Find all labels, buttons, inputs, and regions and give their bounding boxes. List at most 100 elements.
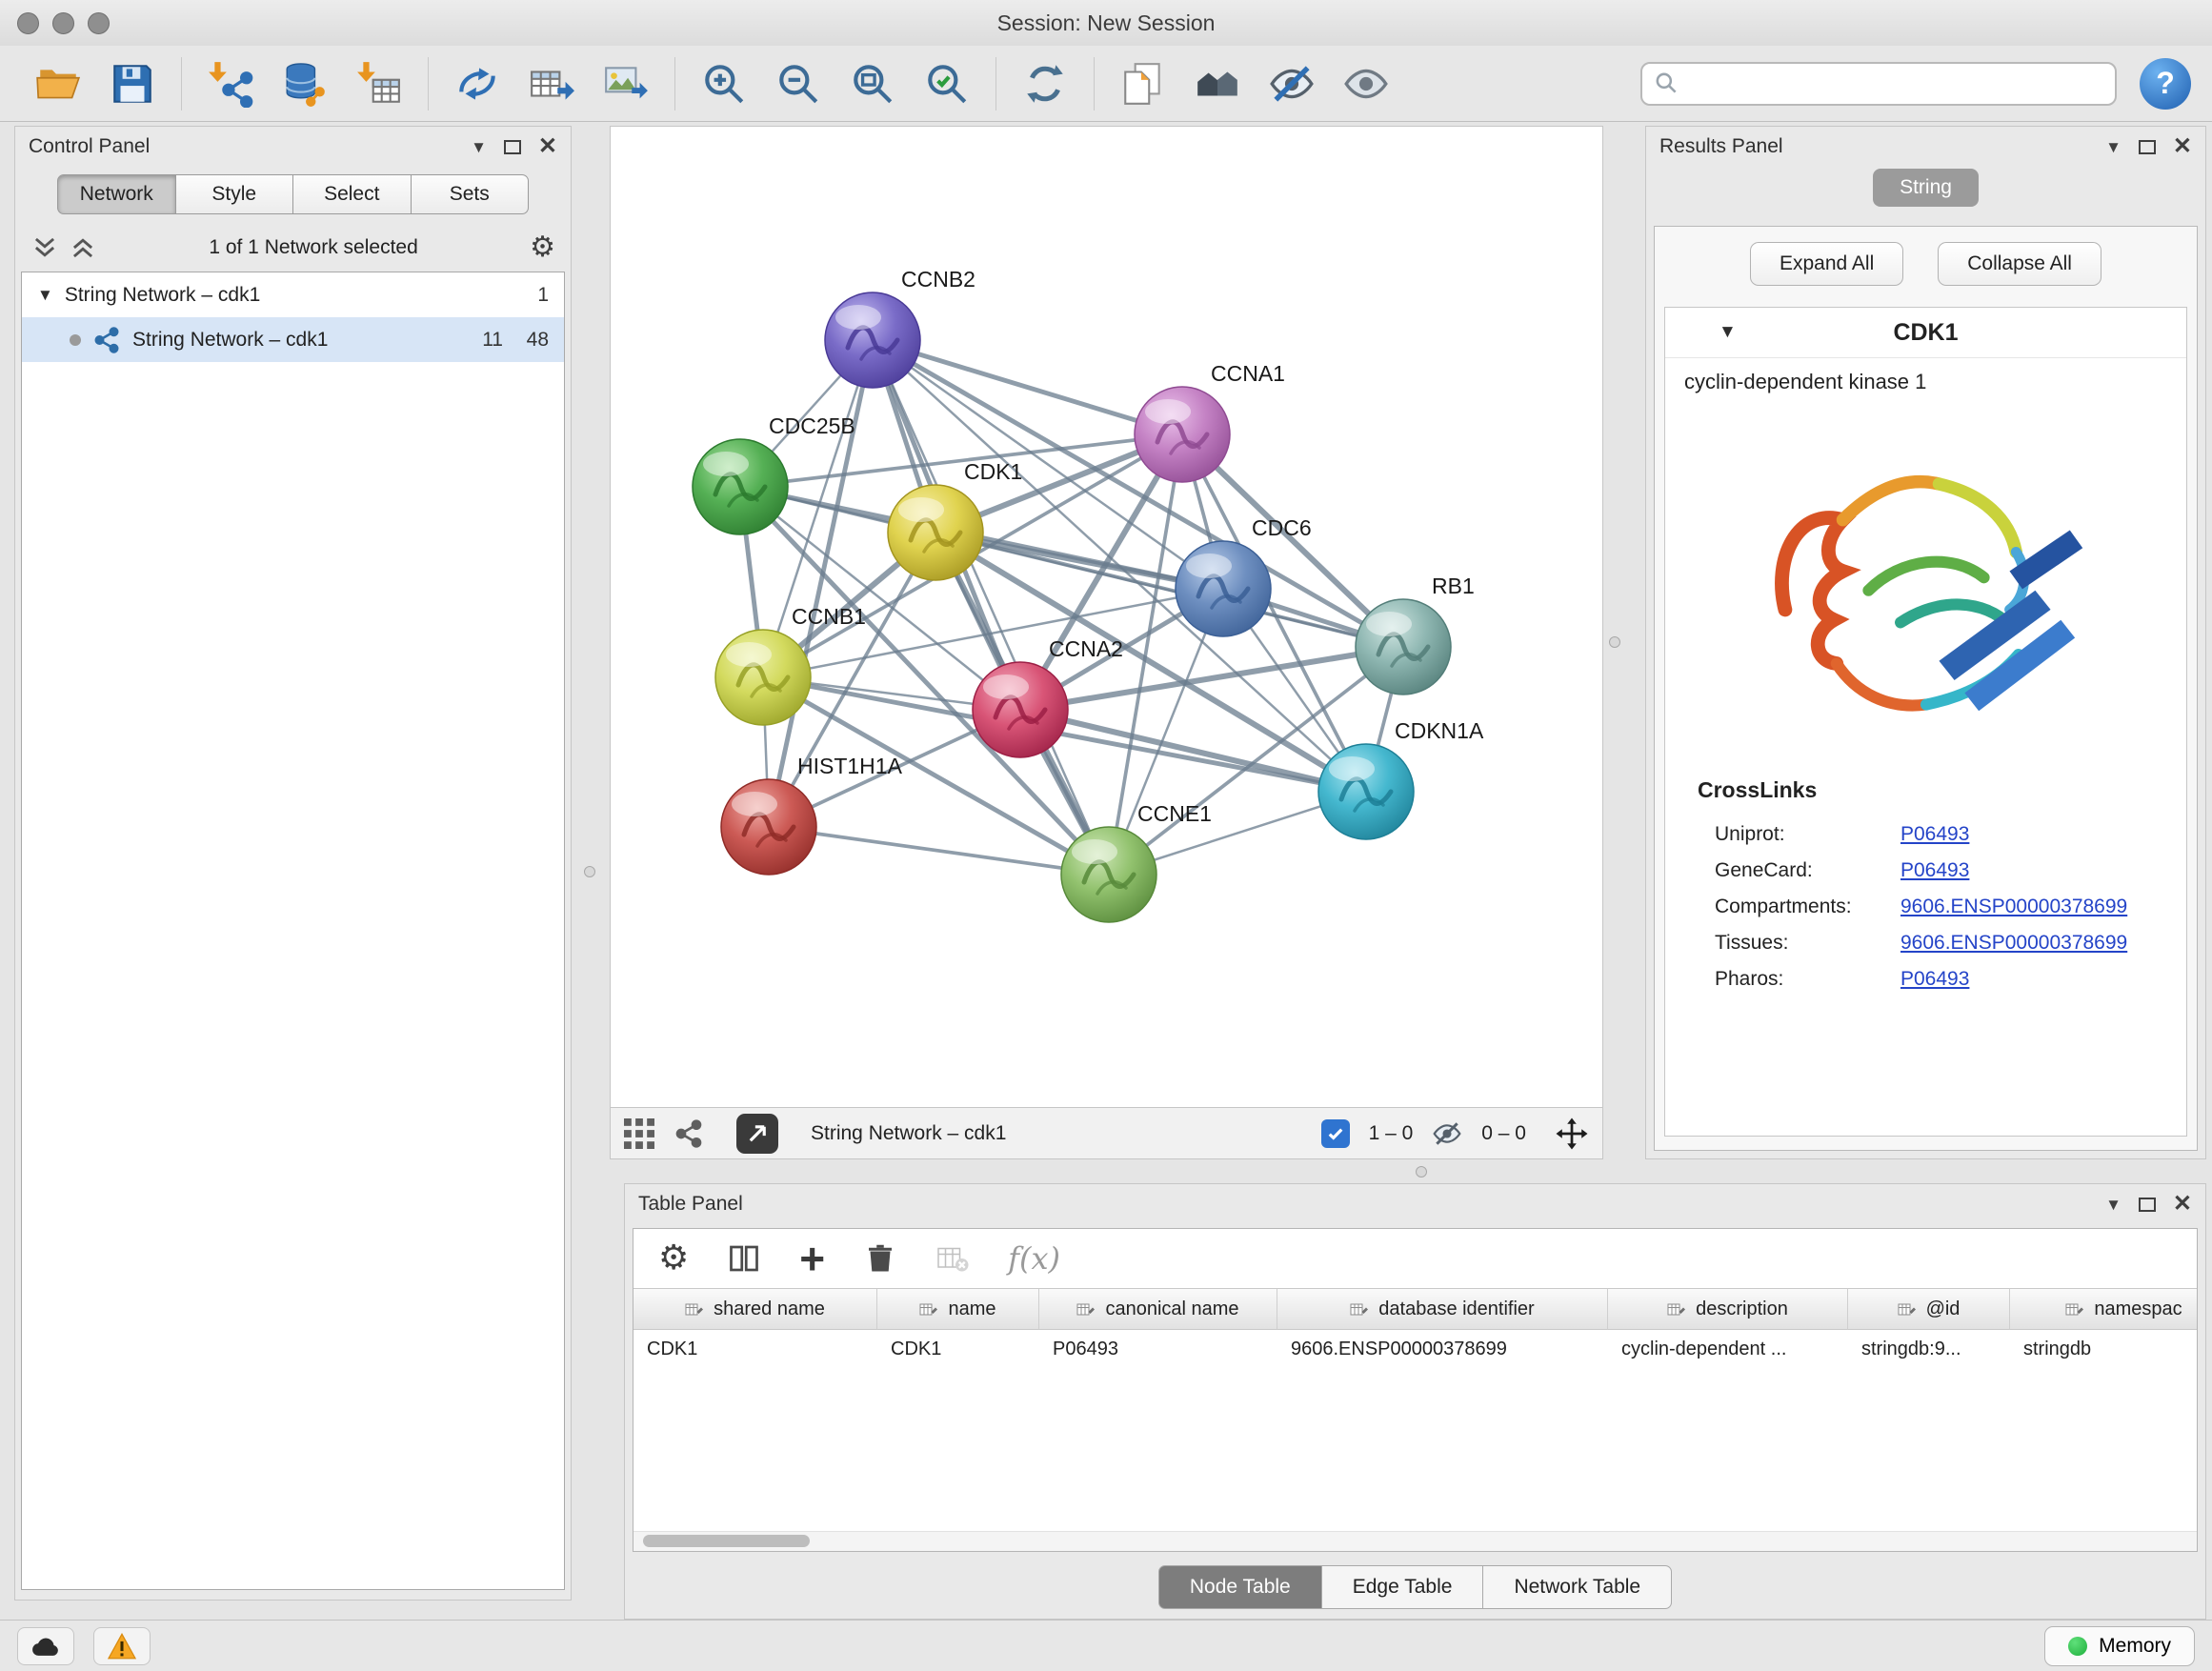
delete-column-icon[interactable] bbox=[863, 1241, 897, 1276]
network-edge[interactable] bbox=[873, 340, 1182, 434]
column-header-shared-name[interactable]: shared name bbox=[633, 1288, 877, 1330]
network-canvas[interactable]: CCNB2CCNA1CDC25BCDK1CDC6RB1CCNB1CCNA2CDK… bbox=[610, 126, 1603, 1108]
network-node-hist1h1a[interactable] bbox=[721, 779, 816, 875]
gene-section-header[interactable]: ▼ CDK1 bbox=[1665, 308, 2186, 358]
horizontal-scrollbar[interactable] bbox=[633, 1531, 2197, 1551]
table-cell[interactable]: 9606.ENSP00000378699 bbox=[1277, 1330, 1608, 1369]
export-image-button[interactable] bbox=[589, 52, 663, 115]
table-settings-gear-icon[interactable]: ⚙ bbox=[658, 1241, 689, 1276]
network-edge[interactable] bbox=[1020, 710, 1366, 792]
show-all-button[interactable] bbox=[1329, 52, 1403, 115]
splitter-handle[interactable] bbox=[584, 866, 595, 877]
tab-sets[interactable]: Sets bbox=[412, 174, 530, 214]
panel-close-icon[interactable]: ✕ bbox=[2173, 135, 2192, 158]
network-edge[interactable] bbox=[769, 827, 1109, 875]
tab-style[interactable]: Style bbox=[176, 174, 294, 214]
column-header-description[interactable]: description bbox=[1608, 1288, 1848, 1330]
export-table-button[interactable] bbox=[514, 52, 589, 115]
panel-close-icon[interactable]: ✕ bbox=[2173, 1193, 2192, 1216]
selected-checkbox-icon[interactable] bbox=[1321, 1119, 1350, 1148]
tab-select[interactable]: Select bbox=[293, 174, 412, 214]
network-node-rb1[interactable] bbox=[1356, 599, 1451, 695]
import-table-button[interactable] bbox=[342, 52, 416, 115]
network-node-ccnb1[interactable] bbox=[715, 630, 811, 725]
network-row[interactable]: String Network – cdk1 11 48 bbox=[22, 317, 564, 362]
network-node-cdc25b[interactable] bbox=[693, 439, 788, 534]
column-header-database-identifier[interactable]: database identifier bbox=[1277, 1288, 1608, 1330]
network-collection-row[interactable]: ▼ String Network – cdk1 1 bbox=[22, 272, 564, 317]
string-tab-badge[interactable]: String bbox=[1873, 169, 1979, 207]
function-builder-icon[interactable]: f(x) bbox=[1008, 1240, 1060, 1277]
export-network-button[interactable] bbox=[440, 52, 514, 115]
help-button[interactable]: ? bbox=[2140, 58, 2191, 110]
fit-content-icon[interactable] bbox=[1555, 1117, 1589, 1151]
table-cell[interactable]: stringdb bbox=[2010, 1330, 2198, 1369]
column-header-id[interactable]: @id bbox=[1848, 1288, 2010, 1330]
zoom-fit-button[interactable] bbox=[835, 52, 910, 115]
network-node-cdkn1a[interactable] bbox=[1318, 744, 1414, 839]
import-network-file-button[interactable] bbox=[193, 52, 268, 115]
copy-document-button[interactable] bbox=[1106, 52, 1180, 115]
collapse-all-button[interactable]: Collapse All bbox=[1938, 242, 2101, 286]
splitter-handle[interactable] bbox=[1416, 1166, 1427, 1178]
network-node-ccna2[interactable] bbox=[973, 662, 1068, 757]
network-node-ccna1[interactable] bbox=[1135, 387, 1230, 482]
warnings-button[interactable] bbox=[93, 1627, 151, 1665]
section-expander-icon[interactable]: ▼ bbox=[1719, 322, 1737, 343]
tab-network[interactable]: Network bbox=[57, 174, 176, 214]
collapse-all-icon[interactable] bbox=[30, 235, 59, 260]
expand-all-button[interactable]: Expand All bbox=[1750, 242, 1903, 286]
zoom-selected-button[interactable] bbox=[910, 52, 984, 115]
zoom-out-button[interactable] bbox=[761, 52, 835, 115]
import-network-database-button[interactable] bbox=[268, 52, 342, 115]
tree-expander-icon[interactable]: ▼ bbox=[37, 286, 53, 305]
expand-all-icon[interactable] bbox=[69, 235, 97, 260]
delete-table-icon[interactable] bbox=[935, 1241, 970, 1276]
panel-collapse-icon[interactable]: ▼ bbox=[2105, 139, 2122, 155]
crosslink-uniprot[interactable]: P06493 bbox=[1900, 823, 1969, 846]
panel-float-icon[interactable] bbox=[2139, 1198, 2156, 1212]
tab-edge-table[interactable]: Edge Table bbox=[1322, 1565, 1484, 1609]
network-node-cdk1[interactable] bbox=[888, 485, 983, 580]
network-node-ccne1[interactable] bbox=[1061, 827, 1156, 922]
table-cell[interactable]: cyclin-dependent ... bbox=[1608, 1330, 1848, 1369]
scrollbar-thumb[interactable] bbox=[643, 1535, 810, 1547]
crosslink-tissues[interactable]: 9606.ENSP00000378699 bbox=[1900, 932, 2127, 955]
crosslink-pharos[interactable]: P06493 bbox=[1900, 968, 1969, 991]
column-header-namespac[interactable]: namespac bbox=[2010, 1288, 2198, 1330]
table-cell[interactable]: CDK1 bbox=[877, 1330, 1039, 1369]
open-in-browser-button[interactable] bbox=[736, 1114, 778, 1154]
share-network-icon[interactable] bbox=[674, 1118, 704, 1149]
column-header-name[interactable]: name bbox=[877, 1288, 1039, 1330]
table-cell[interactable]: CDK1 bbox=[633, 1330, 877, 1369]
splitter-handle[interactable] bbox=[1609, 636, 1620, 648]
hide-selected-button[interactable] bbox=[1255, 52, 1329, 115]
create-column-icon[interactable]: + bbox=[799, 1237, 825, 1280]
search-input[interactable] bbox=[1688, 71, 2103, 96]
column-header-canonical-name[interactable]: canonical name bbox=[1039, 1288, 1277, 1330]
show-columns-icon[interactable] bbox=[727, 1241, 761, 1276]
panel-collapse-icon[interactable]: ▼ bbox=[471, 139, 487, 155]
zoom-in-button[interactable] bbox=[687, 52, 761, 115]
save-session-button[interactable] bbox=[95, 52, 170, 115]
panel-float-icon[interactable] bbox=[2139, 140, 2156, 154]
tab-node-table[interactable]: Node Table bbox=[1158, 1565, 1322, 1609]
panel-close-icon[interactable]: ✕ bbox=[538, 135, 557, 158]
panel-collapse-icon[interactable]: ▼ bbox=[2105, 1197, 2122, 1213]
panel-float-icon[interactable] bbox=[504, 140, 521, 154]
table-cell[interactable]: P06493 bbox=[1039, 1330, 1277, 1369]
network-edge[interactable] bbox=[873, 340, 1109, 875]
crosslink-compartments[interactable]: 9606.ENSP00000378699 bbox=[1900, 896, 2127, 918]
gear-icon[interactable]: ⚙ bbox=[530, 233, 555, 262]
memory-button[interactable]: Memory bbox=[2044, 1626, 2195, 1666]
open-session-button[interactable] bbox=[21, 52, 95, 115]
network-node-cdc6[interactable] bbox=[1176, 541, 1271, 636]
home-button[interactable] bbox=[1180, 52, 1255, 115]
birdseye-grid-icon[interactable] bbox=[624, 1118, 654, 1149]
tab-network-table[interactable]: Network Table bbox=[1483, 1565, 1672, 1609]
network-node-ccnb2[interactable] bbox=[825, 292, 920, 388]
apply-layout-button[interactable] bbox=[1008, 52, 1082, 115]
table-cell[interactable]: stringdb:9... bbox=[1848, 1330, 2010, 1369]
cloud-button[interactable] bbox=[17, 1627, 74, 1665]
crosslink-genecard[interactable]: P06493 bbox=[1900, 859, 1969, 882]
